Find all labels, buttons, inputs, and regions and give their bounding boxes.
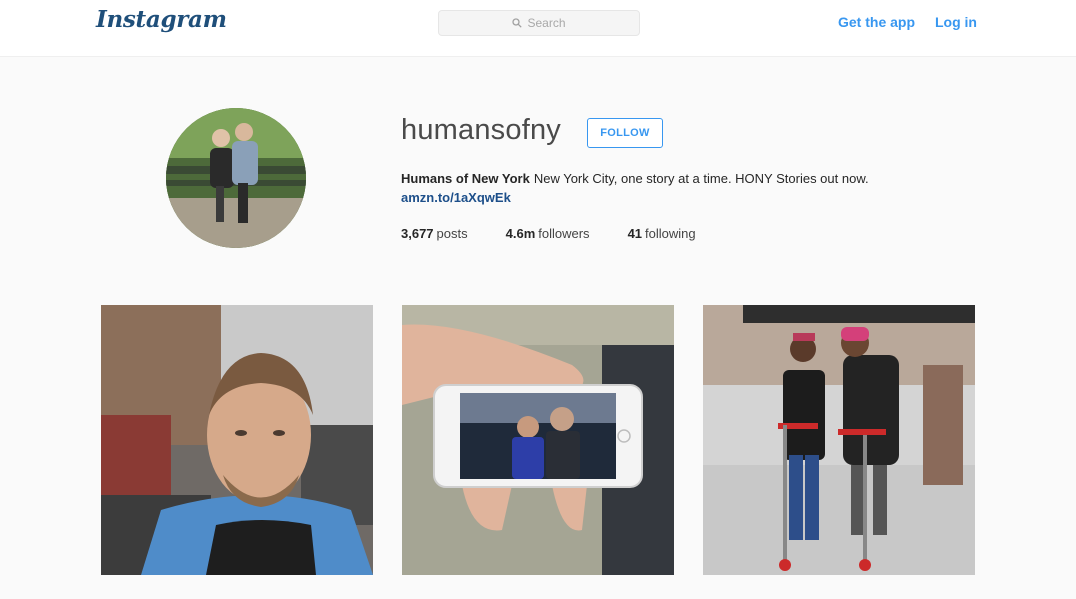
search-placeholder: Search bbox=[527, 16, 566, 30]
profile-external-link[interactable]: amzn.to/1aXqwEk bbox=[401, 190, 511, 205]
follow-button[interactable]: FOLLOW bbox=[587, 118, 663, 148]
following-stat[interactable]: 41 following bbox=[628, 226, 696, 241]
posts-label: posts bbox=[436, 226, 468, 241]
instagram-logo[interactable]: Instagram bbox=[96, 6, 227, 33]
posts-stat: 3,677 posts bbox=[401, 226, 468, 241]
post-thumbnail-3[interactable] bbox=[703, 305, 975, 575]
profile-avatar[interactable] bbox=[166, 108, 306, 248]
search-input[interactable]: Search bbox=[438, 10, 640, 36]
posts-count: 3,677 bbox=[401, 226, 434, 241]
profile-bio: Humans of New York New York City, one sto… bbox=[401, 168, 1021, 189]
profile-username: humansofny bbox=[401, 114, 561, 146]
avatar-photo bbox=[166, 108, 306, 248]
following-count: 41 bbox=[627, 226, 643, 241]
post-photo-scooters bbox=[703, 305, 975, 575]
post-thumbnail-2[interactable] bbox=[402, 305, 674, 575]
post-thumbnail-1[interactable] bbox=[101, 305, 373, 575]
followers-label: followers bbox=[538, 226, 590, 241]
login-link[interactable]: Log in bbox=[935, 14, 977, 30]
search-icon bbox=[512, 18, 523, 28]
post-photo-phone bbox=[402, 305, 674, 575]
profile-stats: 3,677 posts 4.6m followers 41 following bbox=[401, 226, 734, 241]
followers-stat[interactable]: 4.6m followers bbox=[506, 226, 590, 241]
followers-count: 4.6m bbox=[505, 226, 536, 241]
post-photo-man-hoodie bbox=[101, 305, 373, 575]
following-label: following bbox=[645, 226, 696, 241]
profile-full-name: Humans of New York bbox=[401, 171, 530, 186]
get-the-app-link[interactable]: Get the app bbox=[838, 14, 915, 30]
profile-bio-text: New York City, one story at a time. HONY… bbox=[533, 171, 869, 186]
top-navigation-bar: Instagram Search Get the app Log in bbox=[0, 0, 1076, 57]
